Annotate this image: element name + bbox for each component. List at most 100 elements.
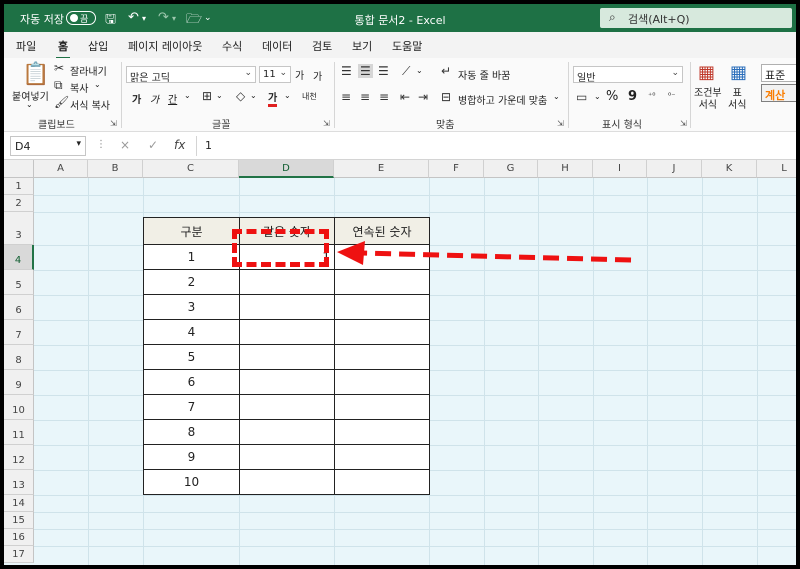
enter-icon[interactable]: ✓ xyxy=(148,138,158,152)
format-as-table-button[interactable]: 표 서식 xyxy=(728,88,746,112)
font-size-combo[interactable]: 11 ⌄ xyxy=(259,66,291,83)
format-painter-button[interactable]: 서식 복사 xyxy=(70,97,110,112)
header-cell-category[interactable]: 구분 xyxy=(143,217,240,245)
merge-center-button[interactable]: 병합하고 가운데 맞춤 xyxy=(458,92,547,107)
underline-button[interactable]: 간 xyxy=(168,91,177,106)
table-cell[interactable] xyxy=(239,344,335,370)
fill-color-icon[interactable]: ◇ xyxy=(236,89,245,103)
format-as-table-icon[interactable]: ▦ xyxy=(730,62,747,83)
accounting-format-icon[interactable]: ▭ xyxy=(576,90,587,104)
accounting-dropdown-icon[interactable]: ⌄ xyxy=(594,92,601,101)
italic-button[interactable]: 가 xyxy=(150,91,159,106)
row-header-16[interactable]: 16 xyxy=(4,529,34,546)
table-cell[interactable] xyxy=(334,319,430,345)
table-cell[interactable]: 10 xyxy=(143,469,240,495)
row-header-17[interactable]: 17 xyxy=(4,546,34,563)
comma-button[interactable]: 9 xyxy=(628,89,637,104)
tab-help[interactable]: 도움말 xyxy=(392,38,422,54)
border-dropdown-icon[interactable]: ⌄ xyxy=(216,91,223,100)
orientation-dropdown-icon[interactable]: ⌄ xyxy=(416,66,423,75)
table-cell[interactable]: 2 xyxy=(143,269,240,295)
worksheet-grid[interactable]: A B C D E F G H I J K L 1 2 3 4 5 6 7 8 … xyxy=(4,160,796,565)
style-normal[interactable]: 표준 xyxy=(761,64,796,82)
tab-page-layout[interactable]: 페이지 레이아웃 xyxy=(128,38,202,54)
table-cell[interactable] xyxy=(334,444,430,470)
conditional-format-button[interactable]: 조건부 서식 xyxy=(694,88,722,112)
font-name-combo[interactable]: 맑은 고딕 ⌄ xyxy=(126,66,256,84)
tab-view[interactable]: 보기 xyxy=(352,38,372,54)
table-cell[interactable]: 8 xyxy=(143,419,240,445)
table-cell[interactable] xyxy=(239,444,335,470)
merge-center-icon[interactable]: ⊟ xyxy=(441,90,451,104)
increase-decimal-icon[interactable]: ⁺⁰ xyxy=(648,91,655,100)
percent-button[interactable]: % xyxy=(606,89,618,104)
row-header-7[interactable]: 7 xyxy=(4,320,34,345)
merge-dropdown-icon[interactable]: ⌄ xyxy=(553,92,560,101)
font-color-button[interactable]: 가 xyxy=(268,89,278,107)
table-cell[interactable] xyxy=(334,269,430,295)
column-header-a[interactable]: A xyxy=(34,160,88,178)
search-box[interactable]: ⌕ 검색(Alt+Q) xyxy=(600,8,792,28)
row-header-8[interactable]: 8 xyxy=(4,345,34,370)
row-header-14[interactable]: 14 xyxy=(4,495,34,512)
more-options-icon[interactable]: ⋮ xyxy=(96,139,106,150)
tab-formulas[interactable]: 수식 xyxy=(222,38,242,54)
table-cell[interactable]: 5 xyxy=(143,344,240,370)
table-cell[interactable] xyxy=(334,294,430,320)
table-cell[interactable] xyxy=(239,394,335,420)
column-header-i[interactable]: I xyxy=(593,160,647,178)
decrease-decimal-icon[interactable]: ⁰⁻ xyxy=(668,91,675,100)
row-header-5[interactable]: 5 xyxy=(4,270,34,295)
tab-file[interactable]: 파일 xyxy=(16,38,36,54)
row-header-6[interactable]: 6 xyxy=(4,295,34,320)
align-top-icon[interactable]: ☰ xyxy=(341,64,352,78)
table-cell[interactable] xyxy=(334,369,430,395)
column-header-l[interactable]: L xyxy=(757,160,796,178)
phonetic-button[interactable]: 내천 xyxy=(302,91,317,102)
row-header-15[interactable]: 15 xyxy=(4,512,34,529)
copy-icon[interactable]: ⧉ xyxy=(54,78,63,93)
table-cell[interactable] xyxy=(239,294,335,320)
row-header-10[interactable]: 10 xyxy=(4,395,34,420)
table-cell[interactable] xyxy=(334,394,430,420)
row-header-13[interactable]: 13 xyxy=(4,470,34,495)
row-header-2[interactable]: 2 xyxy=(4,195,34,212)
copy-button[interactable]: 복사 xyxy=(70,80,88,95)
table-cell[interactable] xyxy=(334,344,430,370)
tab-home[interactable]: 홈 xyxy=(55,38,71,60)
table-cell[interactable]: 9 xyxy=(143,444,240,470)
table-cell[interactable] xyxy=(239,469,335,495)
name-box[interactable]: D4 ▾ xyxy=(10,136,86,156)
font-color-dropdown-icon[interactable]: ⌄ xyxy=(284,91,291,100)
row-header-11[interactable]: 11 xyxy=(4,420,34,445)
wrap-text-button[interactable]: 자동 줄 바꿈 xyxy=(458,67,510,82)
font-launcher-icon[interactable]: ⇲ xyxy=(323,119,330,128)
column-header-c[interactable]: C xyxy=(143,160,239,178)
cut-button[interactable]: 잘라내기 xyxy=(70,63,107,78)
paste-icon[interactable]: 📋 xyxy=(22,62,49,87)
row-header-4[interactable]: 4 xyxy=(4,245,34,270)
style-calculation[interactable]: 계산 xyxy=(761,84,796,102)
table-cell[interactable] xyxy=(334,419,430,445)
column-header-k[interactable]: K xyxy=(702,160,757,178)
align-middle-icon[interactable]: ☰ xyxy=(358,64,373,78)
clipboard-launcher-icon[interactable]: ⇲ xyxy=(110,119,117,128)
table-cell[interactable]: 4 xyxy=(143,319,240,345)
table-cell[interactable]: 6 xyxy=(143,369,240,395)
row-header-3[interactable]: 3 xyxy=(4,212,34,245)
align-left-icon[interactable]: ≡ xyxy=(341,90,351,104)
column-header-j[interactable]: J xyxy=(647,160,702,178)
border-icon[interactable]: ⊞ xyxy=(202,89,212,103)
row-header-12[interactable]: 12 xyxy=(4,445,34,470)
table-cell[interactable]: 7 xyxy=(143,394,240,420)
increase-indent-icon[interactable]: ⇥ xyxy=(418,90,428,104)
column-header-d[interactable]: D xyxy=(239,160,334,178)
paste-dropdown-icon[interactable]: ⌄ xyxy=(26,100,33,109)
formula-input[interactable]: 1 xyxy=(196,136,792,156)
tab-review[interactable]: 검토 xyxy=(312,38,332,54)
number-launcher-icon[interactable]: ⇲ xyxy=(680,119,687,128)
shrink-font-button[interactable]: 가 xyxy=(313,68,322,83)
align-center-icon[interactable]: ≡ xyxy=(360,90,370,104)
row-header-9[interactable]: 9 xyxy=(4,370,34,395)
align-right-icon[interactable]: ≡ xyxy=(379,90,389,104)
